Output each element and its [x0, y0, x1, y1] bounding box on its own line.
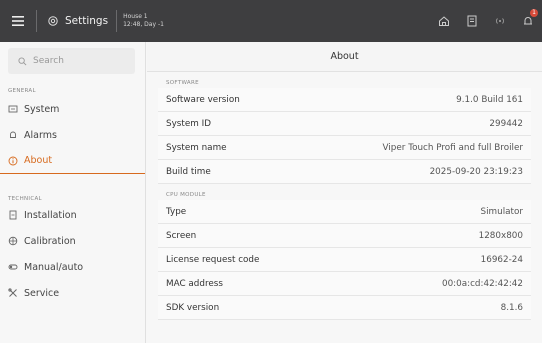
- notifications-button[interactable]: 1: [514, 0, 542, 42]
- section-header-cpu-module: CPU MODULE: [166, 192, 206, 198]
- info-row-mac-address: MAC address 00:0a:cd:42:42:42: [158, 272, 531, 296]
- sidebar-item-label: System: [24, 103, 60, 115]
- row-value: 8.1.6: [500, 302, 523, 313]
- row-value: Viper Touch Profi and full Broiler: [382, 142, 523, 153]
- info-row-system-name: System name Viper Touch Profi and full B…: [158, 136, 531, 160]
- signal-button[interactable]: [486, 0, 514, 42]
- menu-icon: [12, 16, 24, 26]
- bell-icon: [8, 130, 18, 140]
- row-value: 16962-24: [480, 254, 523, 265]
- sidebar-item-system[interactable]: System: [0, 96, 145, 122]
- row-label: Type: [166, 206, 187, 217]
- search-input[interactable]: Search: [8, 48, 135, 74]
- search-icon: [18, 56, 27, 65]
- sidebar-item-label: Alarms: [24, 129, 57, 141]
- row-value: 1280x800: [478, 230, 523, 241]
- signal-icon: [496, 18, 504, 24]
- notification-badge: 1: [530, 9, 538, 17]
- search-placeholder: Search: [33, 56, 64, 66]
- document-icon: [467, 15, 477, 27]
- house-info[interactable]: House 1 12:48, Day -1: [117, 0, 164, 42]
- sidebar: Search GENERAL System Alarms About TECHN…: [0, 42, 146, 343]
- manual-auto-icon: [8, 262, 18, 272]
- service-tools-icon: [8, 288, 18, 298]
- settings-label: Settings: [65, 15, 109, 27]
- document-button[interactable]: [458, 0, 486, 42]
- row-label: Build time: [166, 166, 211, 177]
- about-panel: About SOFTWARE Software version 9.1.0 Bu…: [147, 42, 542, 343]
- info-row-software-version: Software version 9.1.0 Build 161: [158, 88, 531, 112]
- row-value: 299442: [489, 118, 523, 129]
- installation-icon: [8, 210, 18, 220]
- house-time: 12:48, Day -1: [123, 21, 164, 28]
- house-button[interactable]: [430, 0, 458, 42]
- calibration-icon: [8, 236, 18, 246]
- info-row-screen: Screen 1280x800: [158, 224, 531, 248]
- row-label: SDK version: [166, 302, 220, 313]
- row-label: System name: [166, 142, 227, 153]
- page-title: About: [147, 42, 542, 72]
- row-label: License request code: [166, 254, 260, 265]
- info-row-system-id: System ID 299442: [158, 112, 531, 136]
- sidebar-item-manual-auto[interactable]: Manual/auto: [0, 254, 145, 280]
- sidebar-item-label: Service: [24, 287, 60, 299]
- section-header-software: SOFTWARE: [166, 80, 199, 86]
- row-value: 2025-09-20 23:19:23: [429, 166, 523, 177]
- house-name: House 1: [123, 13, 148, 20]
- row-label: Screen: [166, 230, 197, 241]
- sidebar-item-service[interactable]: Service: [0, 280, 145, 306]
- info-icon: [8, 156, 18, 166]
- info-row-license-request-code: License request code 16962-24: [158, 248, 531, 272]
- settings-title[interactable]: Settings: [37, 0, 116, 42]
- row-label: Software version: [166, 94, 240, 105]
- top-bar: Settings House 1 12:48, Day -1 1: [0, 0, 542, 42]
- info-row-sdk-version: SDK version 8.1.6: [158, 296, 531, 320]
- sidebar-item-label: Calibration: [24, 235, 76, 247]
- sidebar-item-about[interactable]: About: [0, 148, 145, 174]
- row-value: 9.1.0 Build 161: [456, 94, 523, 105]
- section-header-general: GENERAL: [8, 88, 36, 94]
- sidebar-item-label: Installation: [24, 209, 77, 221]
- sidebar-item-calibration[interactable]: Calibration: [0, 228, 145, 254]
- sidebar-item-alarms[interactable]: Alarms: [0, 122, 145, 148]
- menu-button[interactable]: [0, 0, 36, 42]
- row-label: MAC address: [166, 278, 223, 289]
- system-icon: [8, 104, 18, 114]
- row-value: Simulator: [480, 206, 523, 217]
- sidebar-item-installation[interactable]: Installation: [0, 202, 145, 228]
- row-label: System ID: [166, 118, 211, 129]
- info-row-build-time: Build time 2025-09-20 23:19:23: [158, 160, 531, 184]
- sidebar-item-label: About: [24, 155, 53, 166]
- house-icon: [439, 16, 449, 26]
- row-value: 00:0a:cd:42:42:42: [441, 278, 523, 289]
- settings-gear-icon: [48, 16, 58, 26]
- sidebar-item-label: Manual/auto: [24, 261, 84, 273]
- info-row-type: Type Simulator: [158, 200, 531, 224]
